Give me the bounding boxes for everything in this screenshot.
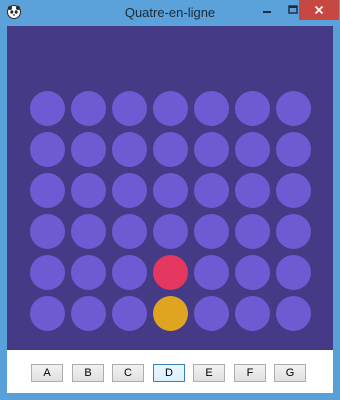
board-cell-empty [71,214,106,249]
game-window: Quatre-en-ligne ABCDEFG [0,0,340,400]
board-cell-empty [235,296,270,331]
board-cell-empty [30,132,65,167]
board-cell-empty [30,255,65,290]
board-cell-empty [30,296,65,331]
board-cell-empty [194,296,229,331]
board-cell-empty [235,214,270,249]
close-icon [314,5,324,15]
board-cell-empty [235,255,270,290]
board-cell-empty [71,132,106,167]
board-cell-empty [71,255,106,290]
minimize-button[interactable] [254,0,280,20]
column-button-e[interactable]: E [193,364,225,382]
minimize-icon [263,11,271,13]
game-board [7,26,333,350]
board-cell-empty [276,255,311,290]
board-cell-empty [30,214,65,249]
board-cell-empty [153,173,188,208]
board-cell-empty [194,91,229,126]
board-cell-empty [112,255,147,290]
board-cell-empty [194,173,229,208]
board-cell-empty [276,132,311,167]
column-button-a[interactable]: A [31,364,63,382]
board-cell-empty [153,214,188,249]
board-cell-empty [235,173,270,208]
board-cell-empty [235,91,270,126]
board-cell-empty [112,173,147,208]
board-cell-empty [153,91,188,126]
board-cell-empty [30,91,65,126]
column-button-c[interactable]: C [112,364,144,382]
board-cell-empty [194,132,229,167]
board-cell-empty [112,132,147,167]
board-cell-empty [112,214,147,249]
column-button-g[interactable]: G [274,364,306,382]
board-cell-empty [194,255,229,290]
board-cell-empty [276,91,311,126]
board-cell-empty [194,214,229,249]
board-cell-empty [276,173,311,208]
board-cell-empty [112,91,147,126]
column-button-f[interactable]: F [234,364,266,382]
board-cell-empty [153,132,188,167]
column-button-bar: ABCDEFG [7,350,333,393]
column-button-d[interactable]: D [153,364,185,382]
board-cell-red [153,255,188,290]
close-button[interactable] [299,0,339,20]
board-cell-empty [235,132,270,167]
board-cell-empty [71,296,106,331]
board-cell-empty [71,91,106,126]
board-cell-yellow [153,296,188,331]
client-area: ABCDEFG [7,26,333,393]
board-cell-empty [276,214,311,249]
board-cell-empty [276,296,311,331]
board-cell-empty [71,173,106,208]
board-cell-empty [30,173,65,208]
maximize-icon [288,5,298,14]
title-bar[interactable]: Quatre-en-ligne [0,0,340,26]
board-cell-empty [112,296,147,331]
column-button-b[interactable]: B [72,364,104,382]
